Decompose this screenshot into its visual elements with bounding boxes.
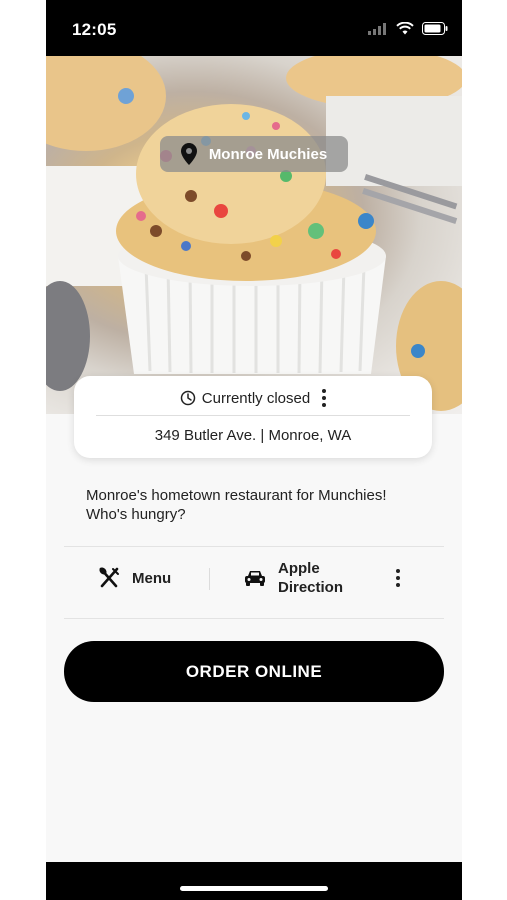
more-vertical-icon[interactable]	[322, 389, 327, 407]
store-description: Monroe's hometown restaurant for Munchie…	[86, 487, 387, 523]
actions-separator	[209, 568, 210, 590]
order-online-button[interactable]: ORDER ONLINE	[64, 641, 444, 702]
cookie-dough-photo	[46, 56, 462, 411]
actions-more-icon[interactable]	[396, 569, 400, 587]
apple-direction-line1: Apple	[278, 560, 320, 577]
location-pill[interactable]: Monroe Muchies	[160, 136, 348, 172]
cellular-signal-icon	[368, 22, 386, 35]
bottom-bar	[46, 862, 462, 900]
store-address: 349 Butler Ave. | Monroe, WA	[154, 427, 352, 444]
apple-direction-button[interactable]: Apple Direction	[244, 559, 343, 597]
car-icon	[245, 571, 265, 586]
store-info-card: Currently closed 349 Butler Ave. | Monro…	[74, 376, 432, 458]
utensils-icon	[99, 567, 119, 588]
actions-row: Menu Apple Direction	[46, 547, 462, 617]
status-time: 12:05	[72, 20, 117, 39]
app-screen: 12:05 Monroe Muchies Currently closed 34…	[46, 0, 462, 900]
wifi-icon	[396, 22, 414, 35]
card-divider	[96, 415, 410, 416]
open-status-row: Currently closed	[74, 386, 432, 410]
apple-direction-label: Apple Direction	[278, 559, 343, 597]
menu-label: Menu	[132, 569, 172, 587]
menu-button[interactable]: Menu	[98, 567, 171, 589]
hero-image: Monroe Muchies	[46, 56, 462, 414]
battery-icon	[422, 22, 448, 35]
home-indicator[interactable]	[180, 886, 328, 891]
divider-bottom	[64, 618, 444, 619]
apple-direction-line2: Direction	[278, 579, 344, 596]
clock-icon	[180, 390, 196, 406]
status-bar: 12:05	[46, 0, 462, 56]
location-pin-icon	[180, 143, 197, 165]
status-icons	[368, 22, 448, 35]
location-name: Monroe Muchies	[208, 145, 328, 163]
open-status-text: Currently closed	[201, 389, 311, 407]
